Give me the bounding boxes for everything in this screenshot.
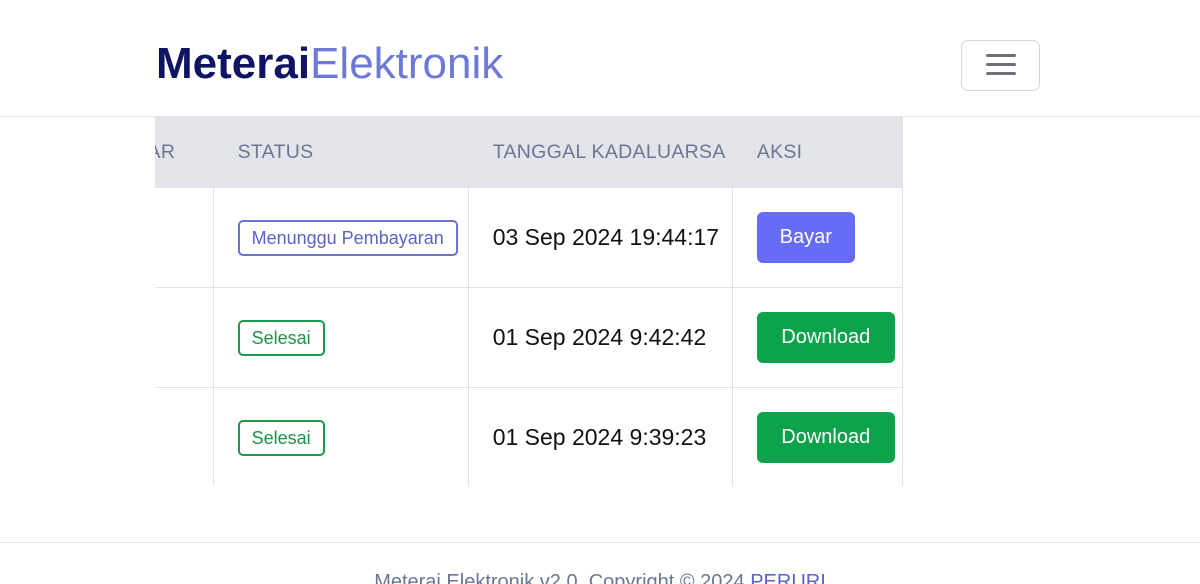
menu-toggle-button[interactable] xyxy=(961,40,1040,91)
cell-expiry: 03 Sep 2024 19:44:17 xyxy=(467,187,733,288)
status-badge-done: Selesai xyxy=(237,319,325,356)
page-footer: Meterai Elektronik v2.0. Copyright © 202… xyxy=(0,542,1200,584)
hamburger-icon xyxy=(986,54,1016,57)
download-button[interactable]: Download xyxy=(756,412,895,463)
hamburger-icon-bar xyxy=(986,63,1016,66)
column-header-action: AKSI xyxy=(731,117,904,188)
brand-logo[interactable]: MeteraiElektronik xyxy=(156,38,503,90)
footer-copyright-text: Meterai Elektronik v2.0. Copyright © 202… xyxy=(374,571,751,584)
table-header-row: TOTAL BAYAR STATUS TANGGAL KADALUARSA AK… xyxy=(155,117,904,188)
cell-expiry: 01 Sep 2024 9:42:42 xyxy=(467,287,733,388)
cell-status: Selesai xyxy=(212,387,469,486)
cell-total: 12500 xyxy=(155,387,214,486)
footer-copyright: Meterai Elektronik v2.0. Copyright © 202… xyxy=(0,571,1200,584)
brand-name-strong: Meterai xyxy=(156,39,311,88)
pay-button[interactable]: Bayar xyxy=(756,212,855,263)
footer-peruri-link[interactable]: PERURI xyxy=(750,571,826,584)
column-header-expiry: TANGGAL KADALUARSA xyxy=(467,117,733,188)
brand-name-light: Elektronik xyxy=(310,39,504,88)
cell-status: Menunggu Pembayaran xyxy=(212,187,469,288)
table-row: 12500 Selesai 01 Sep 2024 9:42:42 Downlo… xyxy=(155,287,904,388)
column-header-total: TOTAL BAYAR xyxy=(155,117,214,188)
cell-total: 12500 xyxy=(155,187,214,288)
cell-expiry: 01 Sep 2024 9:39:23 xyxy=(467,387,733,486)
cell-status: Selesai xyxy=(212,287,469,388)
hamburger-icon-bar xyxy=(986,72,1016,75)
top-navbar: MeteraiElektronik xyxy=(0,0,1200,117)
cell-action: Download xyxy=(731,287,904,388)
transaction-table: TOTAL BAYAR STATUS TANGGAL KADALUARSA AK… xyxy=(155,117,904,486)
status-badge-done: Selesai xyxy=(237,419,325,456)
table-row: 12500 Menunggu Pembayaran 03 Sep 2024 19… xyxy=(155,187,904,288)
cell-action: Bayar xyxy=(731,187,904,288)
table-row: 12500 Selesai 01 Sep 2024 9:39:23 Downlo… xyxy=(155,387,904,486)
cell-action: Download xyxy=(731,387,904,486)
status-badge-pending: Menunggu Pembayaran xyxy=(237,219,458,256)
column-header-status: STATUS xyxy=(212,117,469,188)
transaction-table-container[interactable]: TOTAL BAYAR STATUS TANGGAL KADALUARSA AK… xyxy=(155,117,1040,486)
download-button[interactable]: Download xyxy=(756,312,895,363)
cell-total: 12500 xyxy=(155,287,214,388)
